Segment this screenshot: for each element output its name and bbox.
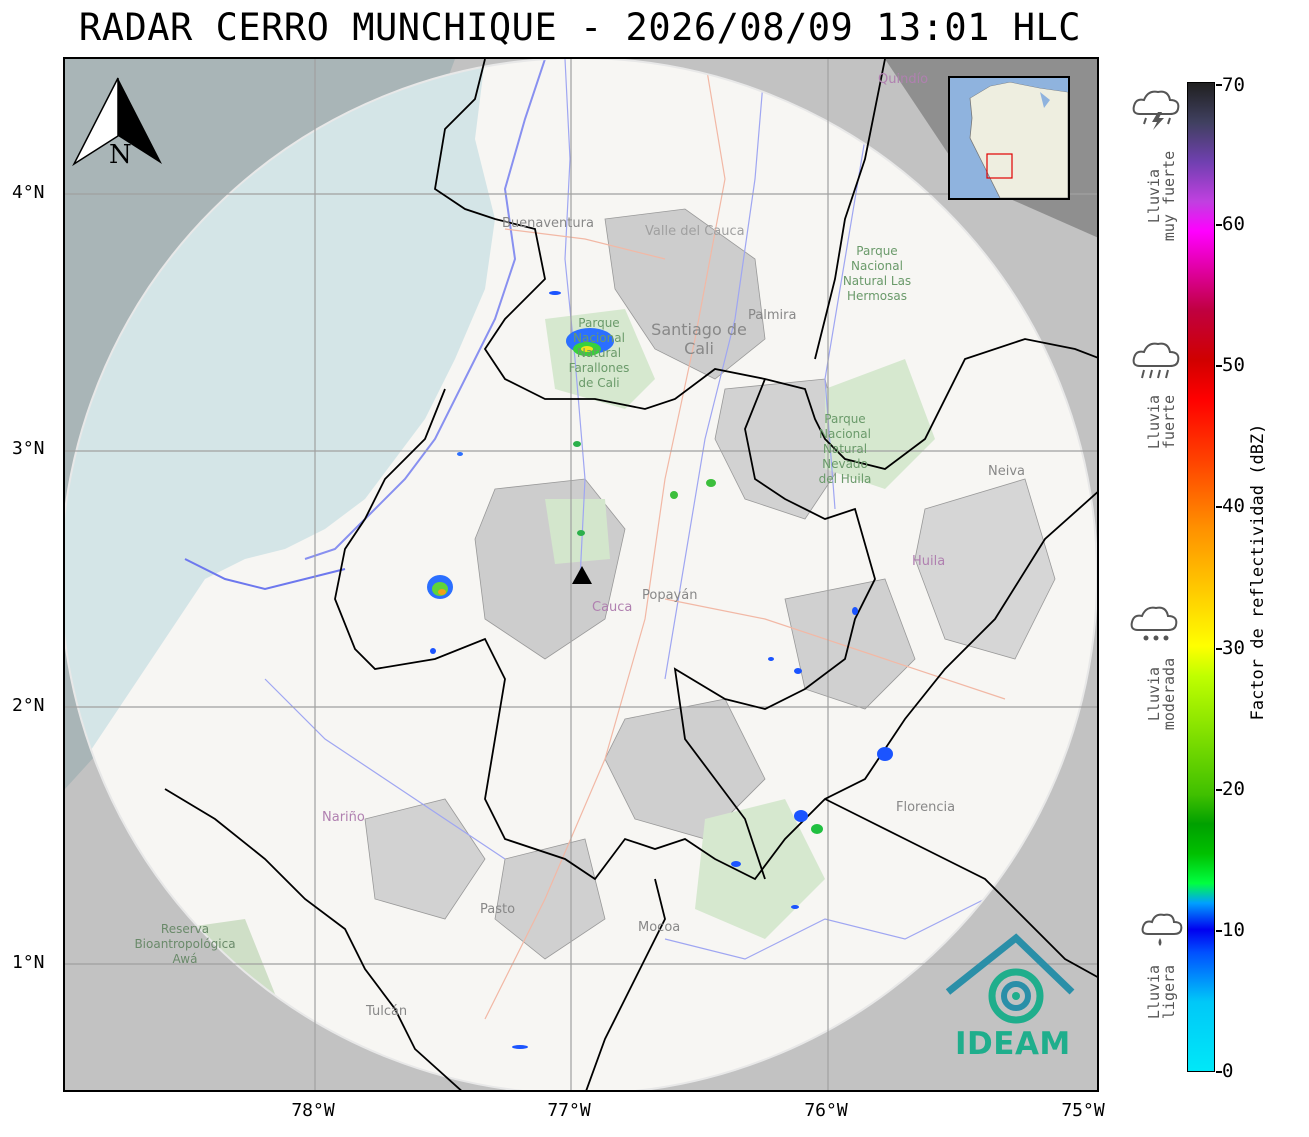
echo-cell-peak bbox=[438, 589, 446, 595]
place-label: Cauca bbox=[592, 600, 633, 615]
park-label: Parque Nacional Natural Las Hermosas bbox=[842, 244, 912, 303]
echo-cell bbox=[457, 452, 463, 456]
category-label-line: fuerte bbox=[1160, 394, 1178, 450]
light-rain-cloud-icon bbox=[1141, 913, 1183, 946]
map-title: RADAR CERRO MUNCHIQUE - 2026/08/09 13:01… bbox=[78, 6, 1082, 49]
colorbar-tick-label: 40 bbox=[1222, 495, 1245, 517]
north-arrow-label: N bbox=[109, 140, 132, 170]
echo-cell bbox=[549, 291, 561, 295]
echo-cell bbox=[512, 1045, 528, 1049]
lon-label: 78°W bbox=[291, 1100, 335, 1121]
lat-label: 3°N bbox=[12, 438, 45, 459]
lat-label: 2°N bbox=[12, 695, 45, 716]
echo-cell bbox=[706, 479, 716, 487]
heavy-rain-cloud-icon bbox=[1132, 342, 1180, 379]
category-label: Lluvia muy fuerte bbox=[1145, 150, 1178, 242]
category-label: Lluvia fuerte bbox=[1145, 394, 1178, 450]
park-label: Parque Nacional Natural Farallones de Ca… bbox=[568, 316, 630, 390]
echo-cell bbox=[852, 607, 858, 615]
colorbar-tick-label: 0 bbox=[1222, 1060, 1234, 1082]
park-area bbox=[545, 499, 610, 564]
reflectivity-colorbar bbox=[1187, 82, 1215, 1072]
place-label: Buenaventura bbox=[502, 216, 594, 231]
place-label: Mocoa bbox=[638, 920, 681, 935]
place-label: Palmira bbox=[748, 308, 797, 323]
place-label: Tulcán bbox=[366, 1004, 408, 1019]
place-label: Neiva bbox=[988, 464, 1025, 479]
echo-cell bbox=[877, 747, 893, 761]
thunderstorm-cloud-icon bbox=[1132, 90, 1180, 130]
echo-cell bbox=[768, 657, 774, 661]
echo-cell bbox=[794, 668, 802, 674]
place-label: Santiago de Cali bbox=[651, 320, 747, 358]
echo-cell bbox=[577, 530, 585, 536]
category-label: Lluvia ligera bbox=[1145, 964, 1178, 1020]
colorbar-tick-label: 50 bbox=[1222, 354, 1245, 376]
colorbar-tick-label: 60 bbox=[1222, 213, 1245, 235]
category-label: Lluvia moderada bbox=[1145, 657, 1178, 731]
park-label: Reserva Bioantropológica Awá bbox=[134, 922, 236, 966]
echo-cell bbox=[670, 491, 678, 499]
echo-cell bbox=[430, 648, 436, 654]
place-label: Valle del Cauca bbox=[645, 224, 745, 239]
place-label: Huila bbox=[912, 554, 946, 569]
place-label: Popayán bbox=[642, 588, 698, 603]
lon-label: 75°W bbox=[1061, 1100, 1105, 1121]
echo-cell bbox=[794, 810, 808, 822]
locator-inset-canvas bbox=[950, 78, 1068, 198]
lon-label: 76°W bbox=[804, 1100, 848, 1121]
locator-inset-map bbox=[948, 76, 1070, 200]
category-label-line: moderada bbox=[1160, 657, 1178, 731]
place-label: Nariño bbox=[322, 810, 365, 825]
lat-label: 4°N bbox=[12, 182, 45, 203]
lon-label: 77°W bbox=[547, 1100, 591, 1121]
place-label: Quindío bbox=[878, 72, 929, 87]
colorbar-tick-label: 10 bbox=[1222, 919, 1245, 941]
place-label: Florencia bbox=[896, 800, 956, 815]
echo-cell bbox=[791, 905, 799, 909]
colorbar-tick-label: 30 bbox=[1222, 637, 1245, 659]
moderate-rain-cloud-icon bbox=[1130, 606, 1178, 641]
colorbar-tick-label: 70 bbox=[1222, 74, 1245, 96]
echo-cell bbox=[811, 824, 823, 834]
logo-text: IDEAM bbox=[955, 1026, 1071, 1062]
lat-label: 1°N bbox=[12, 952, 45, 973]
category-label-line: ligera bbox=[1160, 964, 1178, 1020]
place-label: Pasto bbox=[480, 902, 516, 917]
colorbar-tick-label: 20 bbox=[1222, 778, 1245, 800]
park-label: Parque Nacional Natural Nevado del Huila bbox=[818, 412, 872, 486]
colorbar-axis-title: Factor de reflectividad (dBZ) bbox=[1248, 423, 1268, 721]
echo-cell bbox=[573, 441, 581, 447]
category-label-line: muy fuerte bbox=[1160, 150, 1178, 242]
echo-cell bbox=[731, 861, 741, 867]
